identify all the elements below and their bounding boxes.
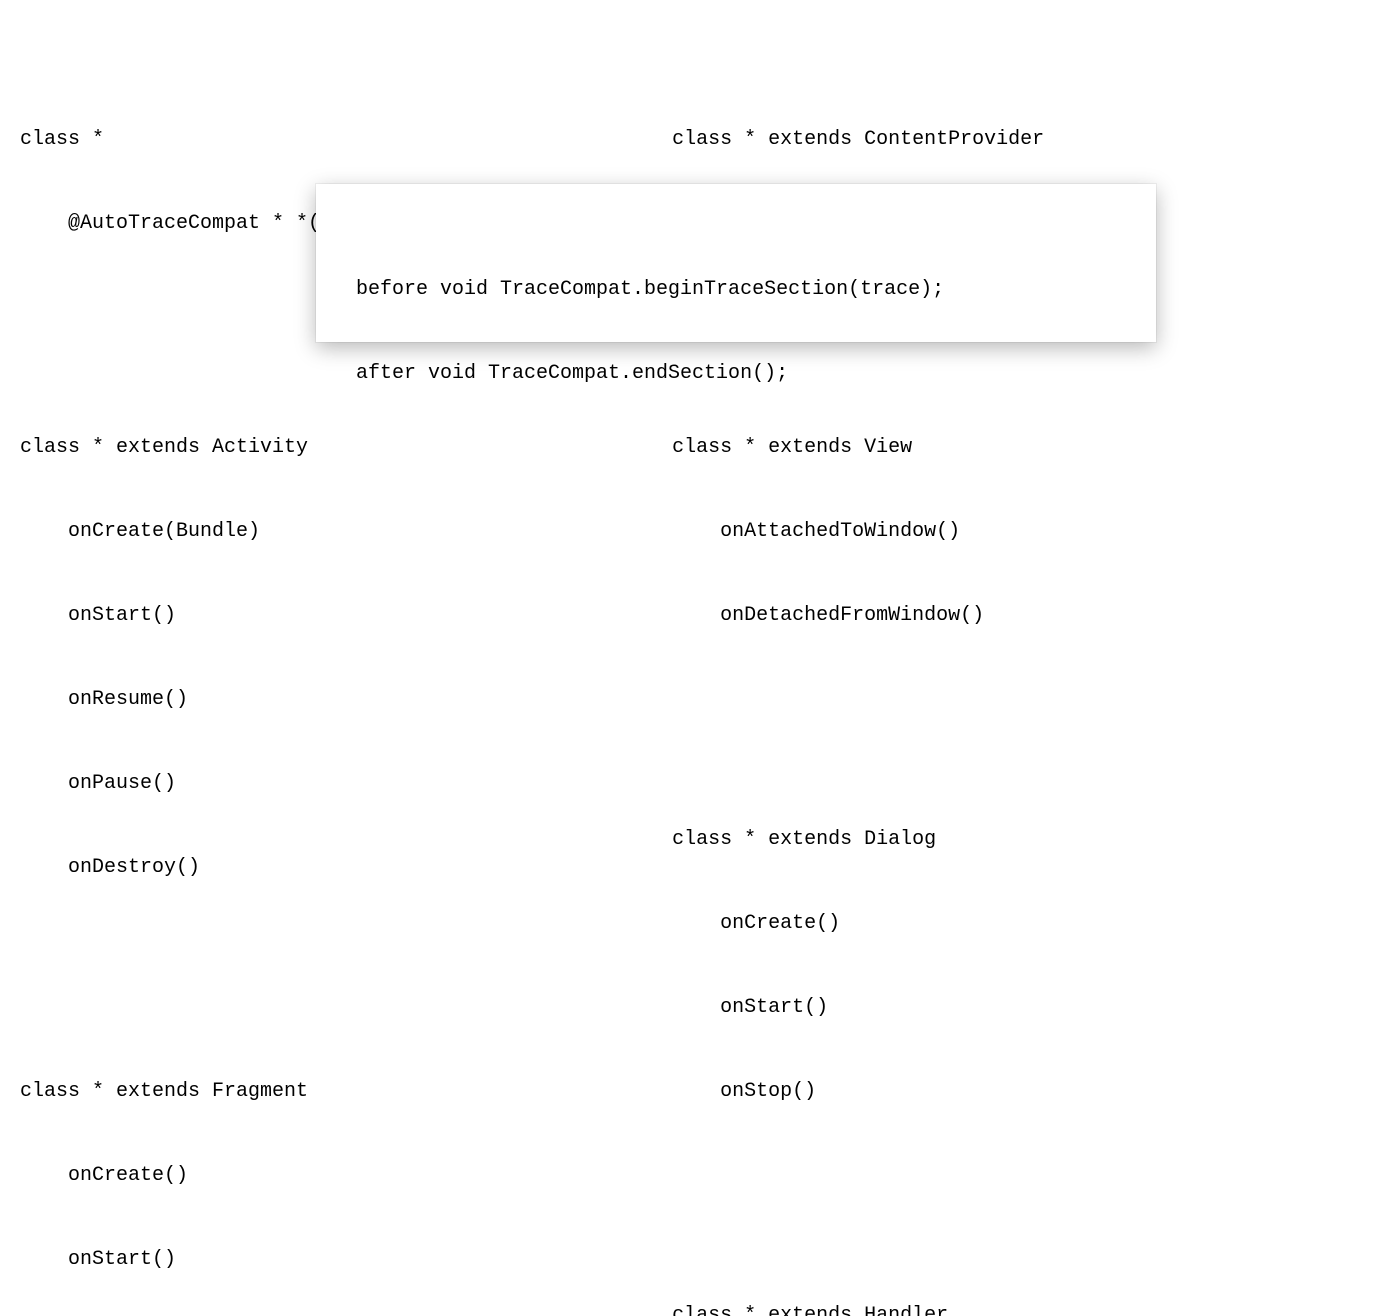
overlay-line: after void TraceCompat.endSection(); [356,360,1116,388]
code-line: onCreate(Bundle) [20,518,632,546]
code-line: onCreate() [672,910,1056,938]
code-line: class * [20,126,632,154]
code-line: onStart() [20,602,632,630]
group-fragment: class * extends Fragment onCreate() onSt… [20,1022,632,1316]
code-line: onCreate() [20,1162,632,1190]
code-line: class * extends Activity [20,434,632,462]
code-line: class * extends Handler [672,1302,1056,1316]
code-line: onPause() [20,770,632,798]
code-line: onDetachedFromWindow() [672,602,1056,630]
code-line: onAttachedToWindow() [672,518,1056,546]
code-line: onStart() [20,1246,632,1274]
code-line: onDestroy() [20,854,632,882]
code-line: onStart() [672,994,1056,1022]
code-line: onStop() [672,1078,1056,1106]
code-line: onResume() [20,686,632,714]
overlay-line: before void TraceCompat.beginTraceSectio… [356,276,1116,304]
code-line: class * extends Dialog [672,826,1056,854]
overlay-card: before void TraceCompat.beginTraceSectio… [316,184,1156,342]
group-dialog: class * extends Dialog onCreate() onStar… [672,770,1056,1162]
group-handler: class * extends Handler handleMessage(Me… [672,1246,1056,1316]
code-line: class * extends View [672,434,1056,462]
code-line: class * extends ContentProvider [672,126,1056,154]
code-line: class * extends Fragment [20,1078,632,1106]
group-view: class * extends View onAttachedToWindow(… [672,378,1056,686]
group-activity: class * extends Activity onCreate(Bundle… [20,378,632,938]
